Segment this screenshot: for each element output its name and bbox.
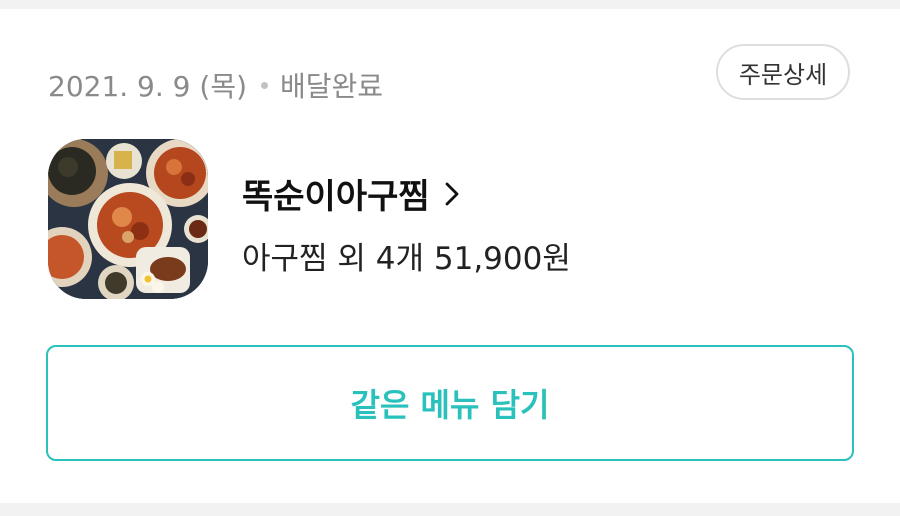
order-card: 2021. 9. 9 (목) 배달완료 주문상세 똑순이아구찜 아구찜 외 4개… <box>0 9 900 503</box>
store-link[interactable]: 똑순이아구찜 <box>242 169 460 218</box>
order-meta: 2021. 9. 9 (목) 배달완료 <box>48 65 383 105</box>
order-status: 배달완료 <box>280 70 384 103</box>
order-summary: 아구찜 외 4개 51,900원 <box>242 241 571 277</box>
order-detail-button[interactable]: 주문상세 <box>716 44 850 100</box>
store-thumbnail[interactable] <box>48 139 208 299</box>
reorder-same-menu-button[interactable]: 같은 메뉴 담기 <box>46 345 854 461</box>
store-name: 똑순이아구찜 <box>242 177 430 217</box>
chevron-right-icon <box>445 182 459 205</box>
food-thumbnail-icon <box>48 139 208 299</box>
dot-icon <box>261 81 268 89</box>
order-date: 2021. 9. 9 (목) <box>48 70 247 103</box>
